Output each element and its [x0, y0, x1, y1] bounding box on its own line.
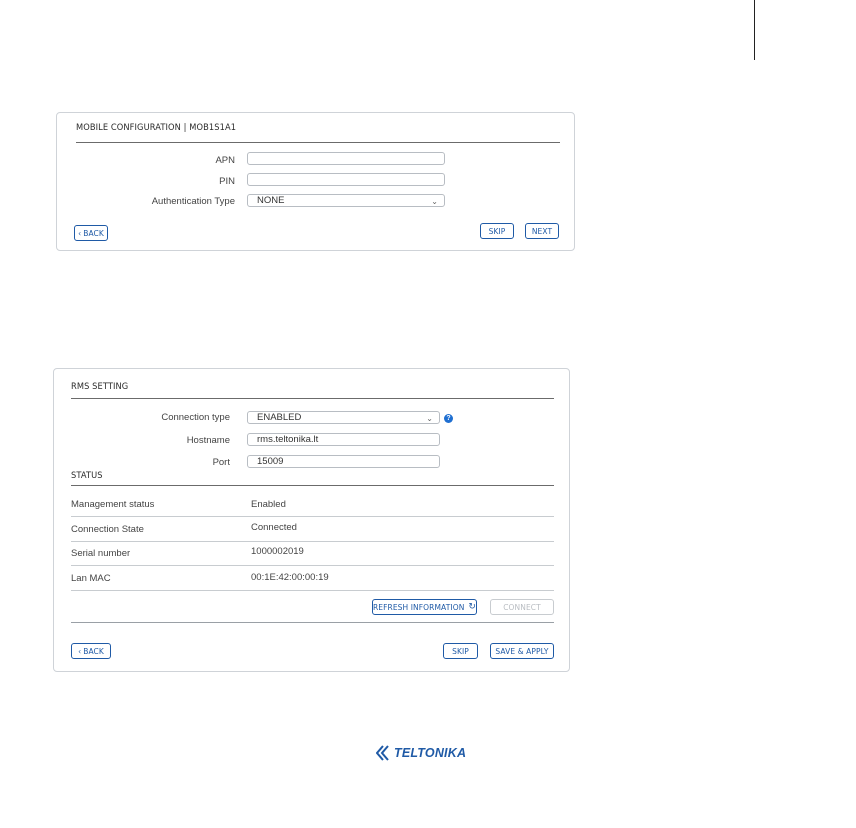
- back-button[interactable]: ‹ BACK: [71, 643, 111, 659]
- status-row-label: Serial number: [71, 548, 131, 559]
- pin-input[interactable]: [247, 173, 445, 186]
- apn-label: APN: [215, 155, 235, 166]
- status-row-label: Management status: [71, 499, 155, 510]
- row-divider: [71, 516, 554, 517]
- page-top-rule: [754, 0, 755, 60]
- hostname-label: Hostname: [186, 435, 230, 446]
- back-button-label: BACK: [83, 228, 104, 238]
- apn-input[interactable]: [247, 152, 445, 165]
- row-divider: [71, 541, 554, 542]
- skip-button[interactable]: SKIP: [480, 223, 514, 239]
- status-row-label: Lan MAC: [71, 573, 111, 584]
- connection-type-select[interactable]: ENABLED ⌄: [247, 411, 440, 424]
- row-divider: [71, 590, 554, 591]
- back-button[interactable]: ‹ BACK: [74, 225, 108, 241]
- skip-button[interactable]: SKIP: [443, 643, 478, 659]
- auth-type-value: NONE: [257, 195, 285, 206]
- connect-button[interactable]: CONNECT: [490, 599, 554, 615]
- status-title: STATUS: [71, 471, 103, 481]
- port-label: Port: [212, 457, 230, 468]
- mobile-configuration-panel: MOBILE CONFIGURATION | MOB1S1A1 APN PIN …: [56, 112, 575, 251]
- mobile-config-title: MOBILE CONFIGURATION | MOB1S1A1: [76, 123, 237, 133]
- auth-type-select[interactable]: NONE ⌄: [247, 194, 445, 207]
- back-button-label: BACK: [83, 646, 104, 656]
- status-row-value: 00:1E:42:00:00:19: [251, 572, 329, 583]
- status-row-value: Connected: [251, 522, 297, 533]
- hostname-input[interactable]: rms.teltonika.lt: [247, 433, 440, 446]
- row-divider: [71, 565, 554, 566]
- pin-label: PIN: [219, 176, 235, 187]
- status-row-value: Enabled: [251, 499, 286, 510]
- next-button[interactable]: NEXT: [525, 223, 559, 239]
- refresh-icon: ↻: [468, 602, 477, 612]
- chevron-down-icon: ⌄: [426, 414, 433, 423]
- actions-divider: [71, 622, 554, 623]
- refresh-information-button[interactable]: REFRESH INFORMATION ↻: [372, 599, 477, 615]
- teltonika-mark-icon: [376, 745, 389, 761]
- connection-type-label: Connection type: [161, 412, 230, 423]
- status-row-value: 1000002019: [251, 546, 304, 557]
- chevron-left-icon: ‹: [78, 646, 82, 656]
- status-divider: [71, 485, 554, 486]
- title-divider: [76, 142, 560, 143]
- chevron-left-icon: ‹: [78, 228, 82, 238]
- rms-setting-title: RMS SETTING: [71, 382, 129, 392]
- connection-type-value: ENABLED: [257, 412, 302, 423]
- refresh-button-label: REFRESH INFORMATION: [372, 602, 465, 612]
- rms-setting-panel: RMS SETTING Connection type ENABLED ⌄ ? …: [53, 368, 570, 672]
- help-icon[interactable]: ?: [444, 414, 453, 423]
- save-apply-button[interactable]: SAVE & APPLY: [490, 643, 554, 659]
- rms-title-divider: [71, 398, 554, 399]
- logo-text: TELTONIKA: [394, 746, 467, 760]
- auth-type-label: Authentication Type: [151, 196, 235, 207]
- port-input[interactable]: 15009: [247, 455, 440, 468]
- chevron-down-icon: ⌄: [431, 197, 438, 206]
- status-row-label: Connection State: [71, 524, 144, 535]
